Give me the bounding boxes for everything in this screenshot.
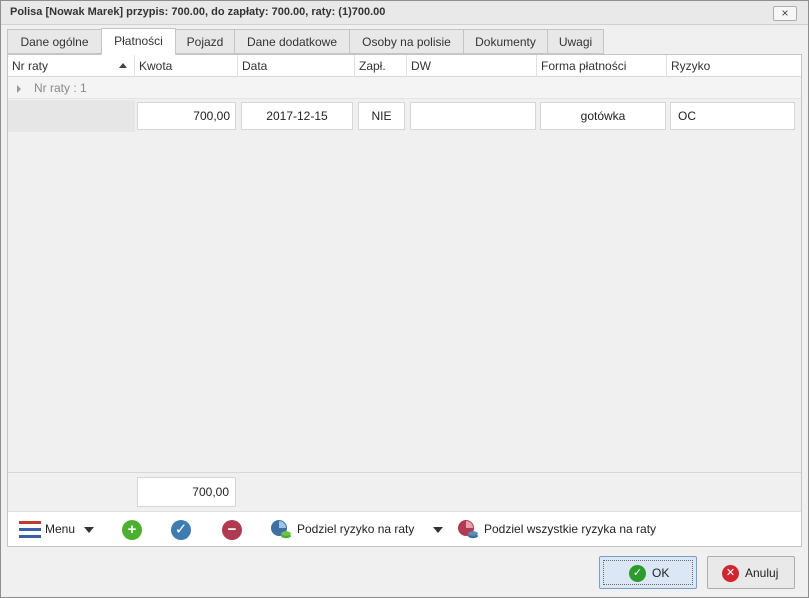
column-data[interactable]: Data xyxy=(238,55,355,77)
tab-pojazd[interactable]: Pojazd xyxy=(175,29,235,54)
window-title: Polisa [Nowak Marek] przypis: 700.00, do… xyxy=(10,6,386,18)
cell-ryzyko[interactable]: OC xyxy=(670,102,795,130)
split-all-risks-button[interactable]: Podziel wszystkie ryzyka na raty xyxy=(457,512,677,547)
cell-zapl[interactable]: NIE xyxy=(358,102,405,130)
cancel-icon: ✕ xyxy=(722,565,739,582)
column-dw[interactable]: DW xyxy=(407,55,537,77)
column-ryzyko[interactable]: Ryzyko xyxy=(667,55,801,77)
grid-footer: 700,00 xyxy=(8,473,801,509)
total-kwota: 700,00 xyxy=(137,477,236,507)
sort-ascending-icon xyxy=(119,63,127,68)
split-all-risks-icon xyxy=(458,520,478,539)
table-row[interactable]: 700,00 2017-12-15 NIE gotówka OC xyxy=(8,100,801,132)
row-indicator[interactable] xyxy=(8,100,135,132)
cell-kwota[interactable]: 700,00 xyxy=(137,102,236,130)
chevron-down-icon xyxy=(84,527,94,533)
column-nr-raty[interactable]: Nr raty xyxy=(8,55,135,77)
cancel-label: Anuluj xyxy=(745,566,779,580)
add-icon[interactable]: + xyxy=(122,520,142,540)
expand-icon[interactable] xyxy=(17,85,21,93)
column-zapl[interactable]: Zapł. xyxy=(355,55,407,77)
tab-platnosci[interactable]: Płatności xyxy=(101,28,176,55)
menu-label: Menu xyxy=(45,522,76,536)
column-forma-platnosci[interactable]: Forma płatności xyxy=(537,55,667,77)
cancel-button[interactable]: ✕ Anuluj xyxy=(707,556,795,589)
column-label: Nr raty xyxy=(12,59,48,73)
tab-strip: Dane ogólne Płatności Pojazd Dane dodatk… xyxy=(7,28,802,55)
tab-uwagi[interactable]: Uwagi xyxy=(547,29,604,54)
grid-header: Nr raty Kwota Data Zapł. DW Forma płatno… xyxy=(8,55,801,77)
remove-icon[interactable]: − xyxy=(222,520,242,540)
chevron-down-icon[interactable] xyxy=(433,527,443,533)
toolbar: Menu + ✓ − Podziel ryzyko na raty Podzie… xyxy=(8,511,801,546)
cell-dw[interactable] xyxy=(410,102,536,130)
column-kwota[interactable]: Kwota xyxy=(135,55,238,77)
policy-dialog: Polisa [Nowak Marek] przypis: 700.00, do… xyxy=(0,0,809,598)
group-row[interactable]: Nr raty : 1 xyxy=(8,77,801,99)
tab-osoby-na-polisie[interactable]: Osoby na polisie xyxy=(349,29,464,54)
split-all-risks-label: Podziel wszystkie ryzyka na raty xyxy=(484,522,657,536)
menu-button[interactable]: Menu xyxy=(8,512,100,547)
tab-dane-dodatkowe[interactable]: Dane dodatkowe xyxy=(234,29,350,54)
group-label: Nr raty : 1 xyxy=(34,81,87,95)
tab-dane-ogolne[interactable]: Dane ogólne xyxy=(7,29,102,54)
split-risk-label: Podziel ryzyko na raty xyxy=(297,522,415,536)
close-button[interactable]: × xyxy=(773,6,797,21)
ok-label: OK xyxy=(652,566,670,580)
split-risk-button[interactable]: Podziel ryzyko na raty xyxy=(270,512,445,547)
tab-dokumenty[interactable]: Dokumenty xyxy=(463,29,548,54)
menu-icon xyxy=(19,521,41,538)
check-icon: ✓ xyxy=(629,565,646,582)
title-bar: Polisa [Nowak Marek] przypis: 700.00, do… xyxy=(1,1,808,25)
cell-forma-platnosci[interactable]: gotówka xyxy=(540,102,666,130)
confirm-icon[interactable]: ✓ xyxy=(171,520,191,540)
cell-data[interactable]: 2017-12-15 xyxy=(241,102,353,130)
split-risk-icon xyxy=(271,520,291,539)
focus-rectangle xyxy=(603,560,693,585)
ok-button[interactable]: ✓ OK xyxy=(599,556,697,589)
payments-panel: Nr raty Kwota Data Zapł. DW Forma płatno… xyxy=(7,54,802,547)
